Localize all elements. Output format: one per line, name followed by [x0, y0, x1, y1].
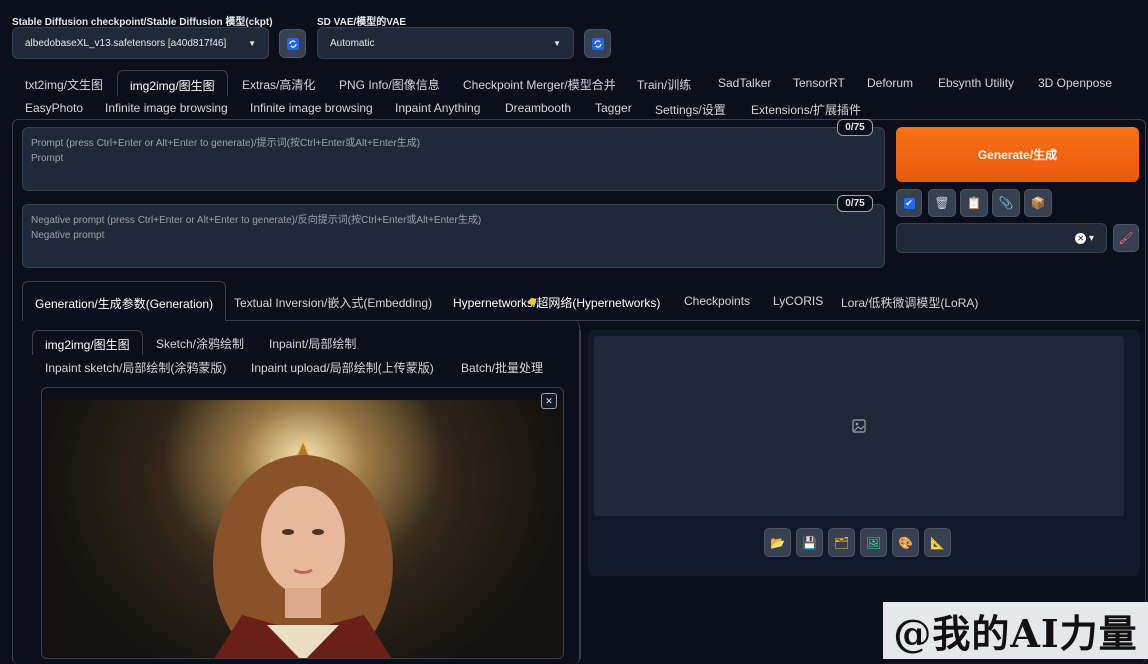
paperclip-icon: 📎 [998, 196, 1014, 210]
vae-label: SD VAE/模型的VAE [317, 17, 407, 28]
checkpoint-select[interactable]: albedobaseXL_v13.safetensors [a40d817f46… [12, 27, 269, 59]
param-tab-checkpoints[interactable]: Checkpoints [684, 294, 750, 308]
param-tab-hypernetworks[interactable]: Hypernetworks/超网络(Hypernetworks) [453, 294, 660, 311]
brush-icon: 🖌 [1118, 231, 1134, 245]
send-to-extras-button[interactable]: 📐 [924, 528, 951, 557]
watermark: @我的AI力量 [883, 602, 1148, 659]
prompt-placeholder: Prompt (press Ctrl+Enter or Alt+Enter to… [31, 138, 421, 149]
checkbox-icon: ✔ [903, 197, 915, 209]
apply-styles-button[interactable]: 📋 [960, 189, 988, 217]
read-params-button[interactable]: ✔ [896, 189, 922, 217]
picture-icon: 🖼 [865, 535, 882, 550]
subtab-sketch[interactable]: Sketch/涂鸦绘制 [156, 335, 244, 352]
triangle-ruler-icon: 📐 [930, 535, 945, 550]
checkpoint-label: Stable Diffusion checkpoint/Stable Diffu… [12, 17, 273, 28]
generate-button[interactable]: Generate/生成 [896, 127, 1139, 182]
tab-extensions[interactable]: Extensions/扩展插件 [751, 101, 861, 118]
uploaded-image [42, 400, 563, 658]
subtab-batch[interactable]: Batch/批量处理 [461, 359, 543, 376]
package-button[interactable]: 📦 [1024, 189, 1052, 217]
refresh-checkpoint-button[interactable] [279, 29, 306, 58]
close-icon: ✕ [545, 396, 553, 406]
image-placeholder-icon [852, 419, 866, 433]
send-to-img2img-button[interactable]: 🖼 [860, 528, 887, 557]
tab-png-info[interactable]: PNG Info/图像信息 [339, 76, 440, 93]
crown-graphic [213, 437, 393, 658]
subtab-inpaint[interactable]: Inpaint/局部绘制 [269, 335, 356, 352]
output-gallery [594, 336, 1124, 516]
param-tab-lora[interactable]: Lora/低秩微调模型(LoRA) [841, 294, 978, 311]
trash-icon: 🗑 [934, 196, 950, 210]
param-tab-lycoris[interactable]: LyCORIS [773, 294, 823, 308]
send-to-inpaint-button[interactable]: 🎨 [892, 528, 919, 557]
prompt-token-counter: 0/75 [837, 119, 873, 136]
subtab-inpaint-upload[interactable]: Inpaint upload/局部绘制(上传蒙版) [251, 359, 434, 376]
refresh-vae-button[interactable] [584, 29, 611, 58]
clear-image-button[interactable]: ✕ [541, 393, 557, 409]
folder-icon: 📂 [770, 535, 785, 550]
checkpoint-value: albedobaseXL_v13.safetensors [a40d817f46… [25, 37, 227, 49]
chevron-down-icon: ▼ [248, 38, 256, 48]
chevron-down-icon: ▼ [553, 38, 561, 48]
tab-txt2img[interactable]: txt2img/文生图 [25, 76, 103, 93]
negative-prompt-placeholder: Negative prompt (press Ctrl+Enter or Alt… [31, 215, 482, 226]
refresh-icon [591, 37, 604, 50]
negative-prompt-input[interactable]: Negative prompt (press Ctrl+Enter or Alt… [22, 204, 885, 268]
clear-prompt-button[interactable]: 🗑 [928, 189, 956, 217]
palette-icon: 🎨 [898, 535, 913, 550]
negative-prompt-token-counter: 0/75 [837, 195, 873, 212]
param-tab-textual-inversion[interactable]: Textual Inversion/嵌入式(Embedding) [234, 294, 432, 311]
refresh-icon [286, 37, 299, 50]
zip-button[interactable]: 🗂 [828, 528, 855, 557]
tab-deforum[interactable]: Deforum [867, 76, 913, 90]
tab-settings[interactable]: Settings/设置 [655, 101, 726, 118]
floppy-disk-icon: 💾 [802, 535, 817, 550]
tab-easyphoto[interactable]: EasyPhoto [25, 101, 83, 115]
tab-infinite-image-browsing-1[interactable]: Infinite image browsing [105, 101, 228, 115]
image-input-dropzone[interactable]: ✕ [41, 387, 564, 659]
open-folder-button[interactable]: 📂 [764, 528, 791, 557]
column-divider [580, 330, 581, 659]
package-icon: 📦 [1030, 196, 1046, 210]
edit-styles-button[interactable]: 🖌 [1113, 224, 1139, 252]
tab-img2img[interactable]: img2img/图生图 [117, 70, 228, 96]
tab-checkpoint-merger[interactable]: Checkpoint Merger/模型合并 [463, 76, 616, 93]
cursor-highlight [529, 298, 536, 305]
tab-ebsynth-utility[interactable]: Ebsynth Utility [938, 76, 1014, 90]
subtab-inpaint-sketch[interactable]: Inpaint sketch/局部绘制(涂鸦蒙版) [45, 359, 226, 376]
clear-and-chevron-icon[interactable]: ✕ ▾ [1075, 232, 1094, 244]
styles-dropdown[interactable]: ✕ ▾ [896, 223, 1107, 253]
negative-prompt-placeholder-short: Negative prompt [31, 230, 105, 241]
tab-infinite-image-browsing-2[interactable]: Infinite image browsing [250, 101, 373, 115]
tab-tensorrt[interactable]: TensorRT [793, 76, 845, 90]
vae-value: Automatic [330, 37, 375, 49]
clipboard-icon: 📋 [966, 196, 982, 210]
tab-inpaint-anything[interactable]: Inpaint Anything [395, 101, 480, 115]
close-icon[interactable]: ✕ [1075, 232, 1087, 244]
tab-tagger[interactable]: Tagger [595, 101, 632, 115]
subtab-img2img[interactable]: img2img/图生图 [32, 330, 143, 355]
tab-dreambooth[interactable]: Dreambooth [505, 101, 571, 115]
prompt-input[interactable]: Prompt (press Ctrl+Enter or Alt+Enter to… [22, 127, 885, 191]
archive-icon: 🗂 [833, 535, 850, 550]
tab-3d-openpose[interactable]: 3D Openpose [1038, 76, 1112, 90]
tab-sadtalker[interactable]: SadTalker [718, 76, 771, 90]
prompt-placeholder-short: Prompt [31, 153, 64, 164]
tab-train[interactable]: Train/训练 [637, 76, 691, 93]
param-tab-generation[interactable]: Generation/生成参数(Generation) [22, 281, 227, 321]
extra-networks-button[interactable]: 📎 [992, 189, 1020, 217]
tab-extras[interactable]: Extras/高清化 [242, 76, 315, 93]
save-button[interactable]: 💾 [796, 528, 823, 557]
vae-select[interactable]: Automatic ▼ [317, 27, 574, 59]
watermark-text: @我的AI力量 [893, 611, 1138, 656]
